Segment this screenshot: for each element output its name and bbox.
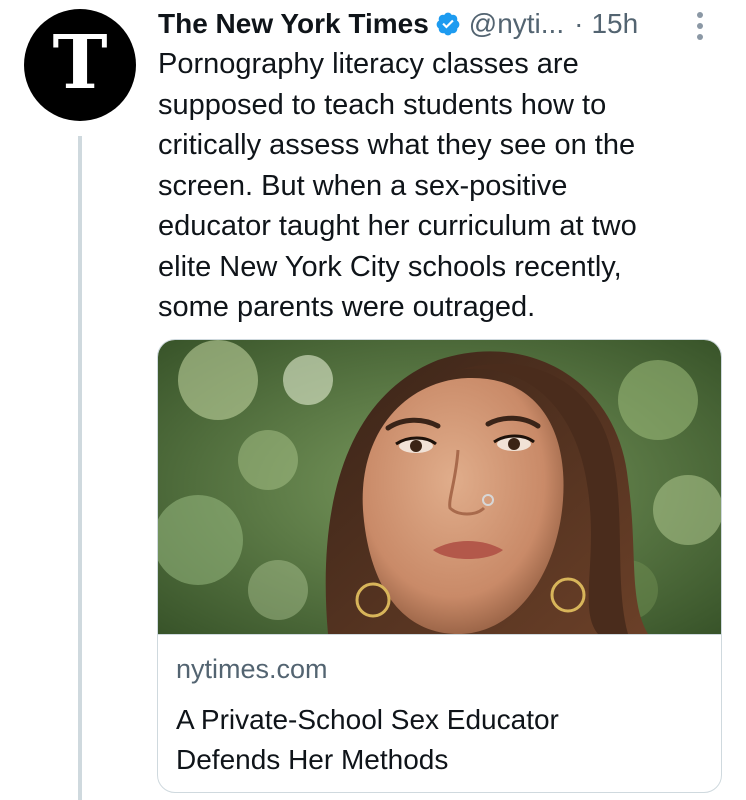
tweet-timestamp[interactable]: 15h [591, 8, 638, 40]
card-domain: nytimes.com [176, 654, 328, 684]
more-options-icon[interactable] [688, 8, 712, 44]
tweet-text-line: educator taught her curriculum at two [158, 210, 637, 242]
card-divider [158, 634, 721, 635]
thread-line [78, 136, 82, 800]
link-preview-card[interactable]: nytimes.com A Private-School Sex Educato… [157, 339, 722, 793]
tweet-header: The New York Times @nyti... · 15h [158, 4, 638, 44]
tweet-text: Pornography literacy classes are suppose… [158, 44, 718, 328]
tweet-text-line: some parents were outraged. [158, 291, 536, 323]
author-handle[interactable]: @nyti... [469, 8, 564, 40]
nyt-avatar[interactable]: T [24, 9, 136, 121]
tweet-text-line: Pornography literacy classes are [158, 48, 579, 80]
card-title-line: Defends Her Methods [176, 744, 449, 775]
article-photo[interactable] [158, 340, 721, 634]
tweet-text-line: screen. But when a sex-positive [158, 169, 568, 202]
author-name[interactable]: The New York Times [158, 8, 429, 40]
separator-dot: · [574, 8, 584, 39]
tweet-text-line: critically assess what they see on the [158, 129, 636, 161]
tweet-text-line: elite New York City schools recently, [158, 250, 622, 283]
card-title-line: A Private-School Sex Educator [176, 704, 559, 735]
card-title[interactable]: A Private-School Sex Educator Defends He… [176, 700, 706, 780]
tweet-text-line: supposed to teach students how to [158, 88, 607, 121]
verified-badge-icon [436, 12, 460, 36]
nyt-logo-letter: T [52, 20, 108, 106]
